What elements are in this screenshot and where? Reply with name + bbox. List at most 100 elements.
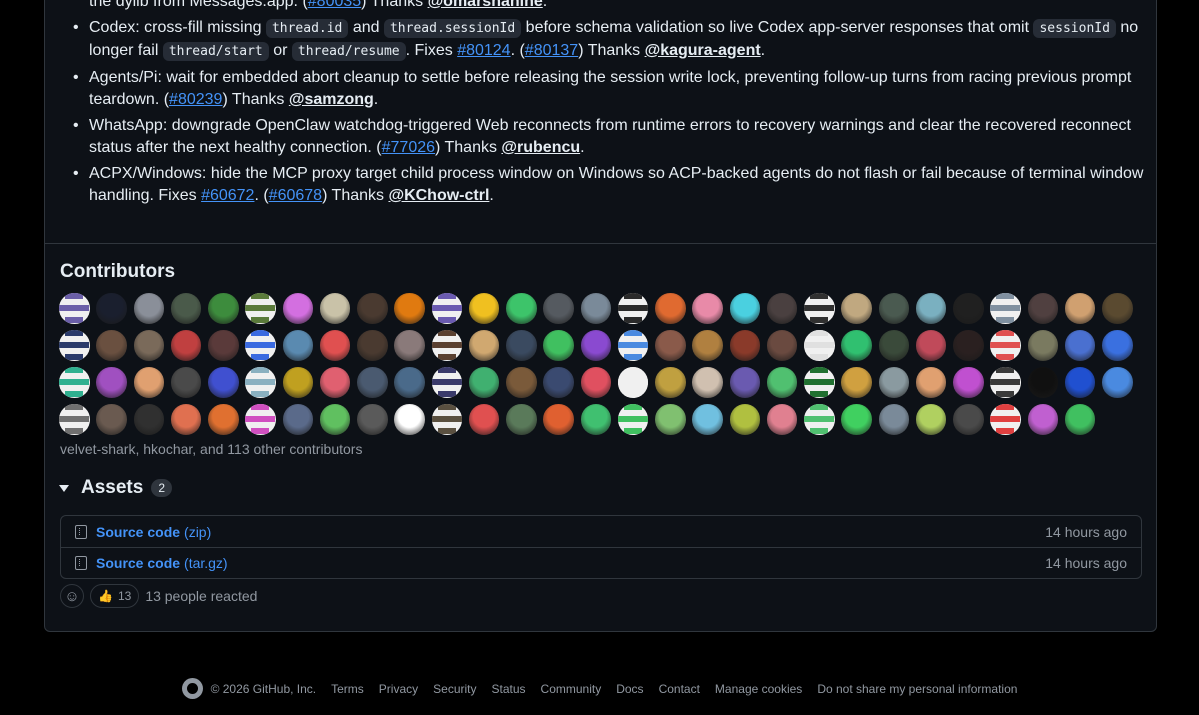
avatar[interactable]	[282, 367, 313, 398]
asset-link[interactable]: Source code	[96, 555, 180, 571]
avatar[interactable]	[692, 367, 723, 398]
avatar[interactable]	[282, 330, 313, 361]
avatar[interactable]	[506, 330, 537, 361]
user-link[interactable]: @kagura-agent	[645, 42, 761, 59]
asset-row[interactable]: Source code (tar.gz) 14 hours ago	[61, 547, 1141, 578]
footer-link-status[interactable]: Status	[492, 682, 526, 696]
user-link[interactable]: @rubencu	[501, 139, 580, 156]
avatar[interactable]	[208, 404, 239, 435]
avatar[interactable]	[133, 367, 164, 398]
avatar[interactable]	[1064, 293, 1096, 324]
asset-link[interactable]: Source code	[96, 524, 180, 540]
avatar[interactable]	[96, 293, 127, 324]
github-logo-icon[interactable]	[181, 678, 203, 699]
avatar[interactable]	[543, 367, 574, 398]
avatar[interactable]	[841, 293, 872, 324]
avatar[interactable]	[804, 293, 835, 324]
avatar[interactable]	[319, 330, 351, 361]
user-link[interactable]: @omarshahine	[428, 0, 543, 10]
footer-link-docs[interactable]: Docs	[616, 682, 643, 696]
avatar[interactable]	[766, 367, 798, 398]
avatar[interactable]	[245, 404, 276, 435]
avatar[interactable]	[655, 293, 686, 324]
avatar[interactable]	[580, 404, 611, 435]
avatar[interactable]	[915, 404, 947, 435]
avatar[interactable]	[841, 330, 872, 361]
avatar[interactable]	[878, 404, 909, 435]
avatar[interactable]	[580, 367, 611, 398]
avatar[interactable]	[953, 330, 984, 361]
pr-link[interactable]: #80035	[308, 0, 361, 10]
avatar[interactable]	[1064, 367, 1096, 398]
avatar[interactable]	[282, 293, 313, 324]
avatar[interactable]	[1027, 293, 1058, 324]
avatar[interactable]	[170, 404, 202, 435]
avatar[interactable]	[655, 367, 686, 398]
footer-link-security[interactable]: Security	[433, 682, 476, 696]
footer-link-contact[interactable]: Contact	[659, 682, 700, 696]
avatar[interactable]	[766, 293, 798, 324]
avatar[interactable]	[1102, 293, 1133, 324]
avatar[interactable]	[394, 367, 425, 398]
avatar[interactable]	[431, 367, 462, 398]
avatar[interactable]	[841, 367, 872, 398]
pr-link[interactable]: #80124	[457, 42, 510, 59]
avatar[interactable]	[59, 330, 90, 361]
avatar[interactable]	[208, 293, 239, 324]
avatar[interactable]	[543, 404, 574, 435]
footer-link-privacy[interactable]: Privacy	[379, 682, 418, 696]
avatar[interactable]	[990, 404, 1021, 435]
avatar[interactable]	[878, 367, 909, 398]
avatar[interactable]	[878, 330, 909, 361]
avatar[interactable]	[506, 404, 537, 435]
avatar[interactable]	[357, 330, 388, 361]
avatar[interactable]	[804, 330, 835, 361]
avatar[interactable]	[766, 330, 798, 361]
avatar[interactable]	[468, 404, 500, 435]
pr-link[interactable]: #60672	[201, 187, 254, 204]
avatar[interactable]	[319, 367, 351, 398]
avatar[interactable]	[990, 330, 1021, 361]
footer-link-terms[interactable]: Terms	[331, 682, 364, 696]
avatar[interactable]	[692, 293, 723, 324]
avatar[interactable]	[245, 293, 276, 324]
avatar[interactable]	[617, 404, 649, 435]
avatar[interactable]	[729, 330, 760, 361]
avatar[interactable]	[96, 330, 127, 361]
user-link[interactable]: @samzong	[289, 91, 374, 108]
avatar[interactable]	[394, 293, 425, 324]
pr-link[interactable]: #60678	[269, 187, 322, 204]
user-link[interactable]: @KChow-ctrl	[388, 187, 489, 204]
avatar[interactable]	[580, 330, 611, 361]
avatar[interactable]	[766, 404, 798, 435]
avatar[interactable]	[96, 404, 127, 435]
avatar[interactable]	[878, 293, 909, 324]
avatar[interactable]	[990, 367, 1021, 398]
avatar[interactable]	[59, 367, 90, 398]
avatar[interactable]	[394, 404, 425, 435]
avatar[interactable]	[208, 330, 239, 361]
avatar[interactable]	[617, 367, 649, 398]
pr-link[interactable]: #80239	[169, 91, 222, 108]
thumbs-up-reaction[interactable]: 👍 13	[90, 584, 140, 608]
avatar[interactable]	[729, 404, 760, 435]
avatar[interactable]	[953, 293, 984, 324]
avatar[interactable]	[133, 404, 164, 435]
pr-link[interactable]: #77026	[382, 139, 435, 156]
avatar[interactable]	[170, 367, 202, 398]
avatar[interactable]	[133, 330, 164, 361]
avatar[interactable]	[990, 293, 1021, 324]
avatar[interactable]	[543, 293, 574, 324]
avatar[interactable]	[617, 293, 649, 324]
smiley-icon[interactable]: ☺	[60, 584, 84, 608]
avatar[interactable]	[170, 330, 202, 361]
avatar[interactable]	[59, 404, 90, 435]
avatar[interactable]	[431, 330, 462, 361]
avatar[interactable]	[394, 330, 425, 361]
avatar[interactable]	[617, 330, 649, 361]
pr-link[interactable]: #80137	[525, 42, 578, 59]
avatar[interactable]	[282, 404, 313, 435]
avatar[interactable]	[729, 367, 760, 398]
footer-link-manage-cookies[interactable]: Manage cookies	[715, 682, 802, 696]
avatar[interactable]	[804, 367, 835, 398]
